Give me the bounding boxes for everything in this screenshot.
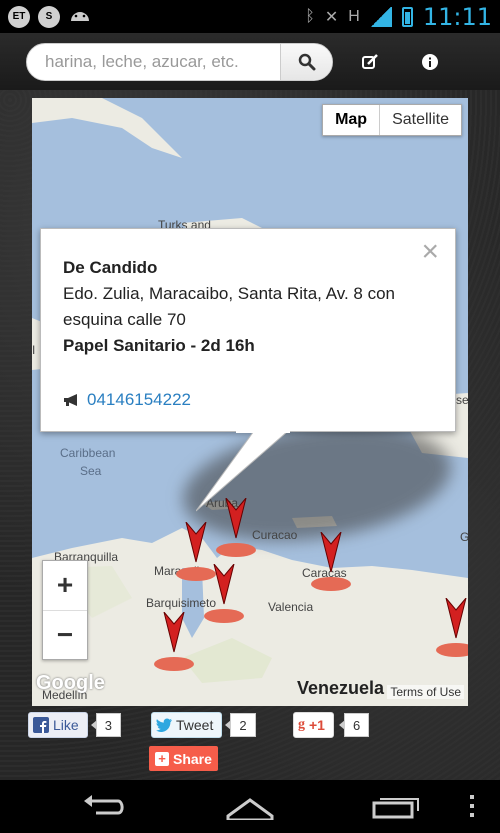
map-marker[interactable] [152,612,196,672]
app-toolbar [0,33,500,90]
terms-link[interactable]: Terms of Use [387,685,464,699]
phone-row: 04146154222 [63,387,433,413]
map-label-valencia: Valencia [268,600,314,614]
megaphone-icon [64,394,77,406]
gplus-label: +1 [309,717,325,733]
edit-button[interactable] [357,49,383,75]
search-box [26,42,333,81]
google-logo: Google [36,672,105,694]
phone-link[interactable]: 04146154222 [87,387,191,413]
navigation-bar [0,780,500,833]
recent-apps-icon [372,798,419,819]
back-button[interactable] [80,792,128,820]
plus-icon: + [155,751,169,766]
facebook-icon [33,717,49,733]
status-bar: ET S ᛒ ✕ H 11:11 [0,0,500,33]
recent-apps-button[interactable] [372,792,420,820]
android-icon [68,5,92,28]
store-name: De Candido [63,258,158,277]
overflow-menu-icon [470,795,474,817]
search-icon [298,53,315,70]
bluetooth-icon: ᛒ [305,7,315,25]
map-type-satellite-button[interactable]: Satellite [380,105,461,135]
search-input[interactable] [27,43,280,80]
zoom-out-button[interactable]: − [43,611,87,660]
tweet-count: 2 [225,713,256,737]
vibrate-off-icon: ✕ [324,8,339,26]
zoom-in-button[interactable]: + [43,561,87,611]
twitter-bird-icon [156,718,172,732]
map-label-right-edge-2: G [460,530,468,544]
content-area: Turks and Caribbean Sea Aruba Curacao Ba… [0,90,500,780]
network-type-icon: H [348,7,360,25]
gplus-icon: g [298,717,305,732]
product-availability: Papel Sanitario - 2d 16h [63,336,255,355]
home-button[interactable] [226,794,274,822]
home-icon [226,798,274,820]
back-icon [84,795,124,815]
tweet-button[interactable]: Tweet [151,712,223,738]
map-marker[interactable] [202,564,246,624]
overflow-menu-button[interactable] [466,794,478,818]
battery-icon [401,6,413,27]
twitter-tweet-widget: Tweet 2 [151,710,256,740]
store-address: Edo. Zulia, Maracaibo, Santa Rita, Av. 8… [63,284,395,329]
info-icon [422,53,438,70]
tweet-label: Tweet [176,717,214,733]
map-label-right-edge-1: se [456,393,468,407]
close-icon[interactable]: × [421,237,439,267]
zoom-control: + − [42,560,88,660]
map-type-control: Map Satellite [322,104,462,136]
map-marker[interactable] [434,598,468,658]
map-label-left-edge: I [32,343,36,357]
facebook-like-button[interactable]: Like [28,712,88,738]
signal-icon [369,6,392,27]
map-type-map-button[interactable]: Map [323,105,381,135]
facebook-like-count: 3 [90,713,121,737]
clock: 11:11 [422,2,492,31]
edit-icon [362,53,378,69]
share-label: Share [173,750,212,767]
map-marker[interactable] [309,532,353,592]
map-label-caribbean: Caribbean [60,446,116,460]
map-label-sea: Sea [80,464,102,478]
s-app-icon: S [38,5,60,28]
map-label-venezuela: Venezuela [297,678,385,698]
et-app-icon: ET [8,5,30,28]
info-window-tail [196,431,290,512]
facebook-like-label: Like [53,717,79,733]
gplus-widget: g +1 6 [293,710,370,740]
info-button[interactable] [417,49,443,75]
map-label-curacao: Curacao [252,528,298,542]
gplus-button[interactable]: g +1 [293,712,334,738]
search-button[interactable] [280,43,332,80]
facebook-like-widget: Like 3 [28,710,121,740]
info-window: × De Candido Edo. Zulia, Maracaibo, Sant… [40,228,456,432]
gplus-count: 6 [338,713,370,737]
share-button[interactable]: + Share [149,746,218,771]
